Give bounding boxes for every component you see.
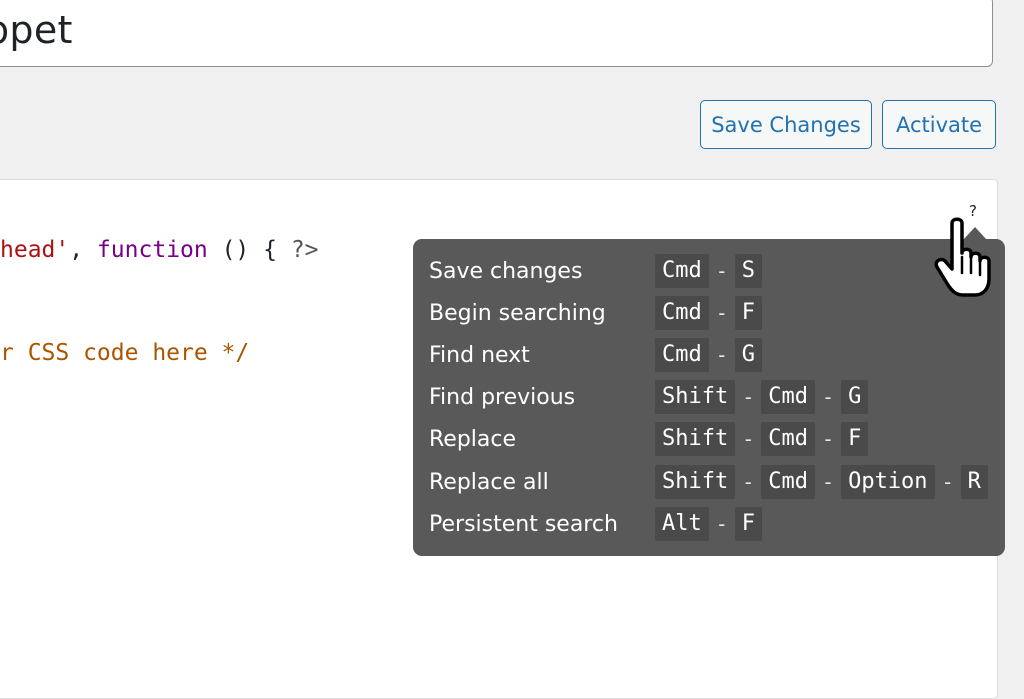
code-keyword-token: function	[96, 237, 208, 263]
key-separator: -	[715, 343, 728, 367]
code-php-tag-token: ?>	[290, 237, 319, 263]
shortcut-keys: Cmd - F	[655, 296, 763, 330]
keyboard-key: Cmd	[761, 380, 816, 414]
shortcut-label: Replace all	[429, 469, 549, 495]
keyboard-key: Alt	[655, 507, 709, 541]
keyboard-key: Cmd	[655, 338, 709, 372]
shortcut-keys: Shift - Cmd - F	[655, 422, 869, 456]
key-separator: -	[941, 470, 954, 494]
code-comment-token: r CSS code here */	[0, 340, 250, 366]
keyboard-key: Cmd	[761, 465, 816, 499]
code-string-token: head'	[0, 237, 70, 263]
shortcut-label: Find next	[429, 342, 530, 368]
keyboard-key: G	[841, 380, 869, 414]
shortcut-keys: Cmd - S	[655, 254, 763, 288]
snippet-title-input[interactable]: ppet	[0, 0, 993, 67]
shortcut-row: Replace Shift - Cmd - F	[429, 421, 869, 457]
keyboard-key: Cmd	[655, 254, 709, 288]
keyboard-key: Cmd	[655, 296, 709, 330]
key-separator: -	[715, 259, 728, 283]
shortcut-keys: Shift - Cmd - G	[655, 380, 869, 414]
key-separator: -	[822, 385, 835, 409]
activate-button[interactable]: Activate	[882, 100, 996, 149]
shortcut-row: Find next Cmd - G	[429, 337, 763, 373]
code-punctuation-token: ,	[69, 237, 97, 263]
shortcut-label: Save changes	[429, 258, 583, 284]
keyboard-key: F	[841, 422, 869, 456]
key-separator: -	[742, 470, 755, 494]
shortcut-keys: Shift - Cmd - Option - R	[655, 465, 988, 499]
snippet-title-text: ppet	[0, 8, 73, 52]
shortcut-row: Find previous Shift - Cmd - G	[429, 379, 869, 415]
keyboard-key: G	[734, 338, 763, 372]
shortcut-row: Save changes Cmd - S	[429, 253, 763, 289]
shortcut-row: Persistent search Alt - F	[429, 506, 763, 542]
keyboard-key: Shift	[655, 465, 736, 499]
keyboard-key: F	[734, 296, 763, 330]
shortcut-row: Begin searching Cmd - F	[429, 295, 763, 331]
keyboard-key: F	[734, 507, 763, 541]
code-punctuation-token: () {	[207, 237, 291, 263]
key-separator: -	[822, 427, 835, 451]
shortcut-keys: Cmd - G	[655, 338, 763, 372]
shortcut-label: Replace	[429, 426, 517, 452]
code-line: r CSS code here */	[0, 340, 249, 366]
key-separator: -	[742, 385, 755, 409]
key-separator: -	[715, 512, 728, 536]
shortcut-label: Begin searching	[429, 300, 606, 326]
save-changes-button[interactable]: Save Changes	[700, 100, 872, 149]
shortcut-keys: Alt - F	[655, 507, 763, 541]
keyboard-key: S	[734, 254, 763, 288]
keyboard-key: Shift	[655, 380, 736, 414]
shortcut-label: Persistent search	[429, 511, 618, 537]
shortcut-label: Find previous	[429, 384, 576, 410]
key-separator: -	[742, 427, 755, 451]
key-separator: -	[715, 301, 728, 325]
keyboard-key: R	[960, 465, 988, 499]
shortcut-row: Replace all Shift - Cmd - Option - R	[429, 464, 988, 500]
keyboard-key: Cmd	[761, 422, 816, 456]
key-separator: -	[822, 470, 835, 494]
keyboard-key: Shift	[655, 422, 736, 456]
keyboard-key: Option	[841, 465, 935, 499]
hand-pointer-icon	[934, 217, 991, 297]
code-line: head', function () { ?>	[0, 237, 319, 263]
